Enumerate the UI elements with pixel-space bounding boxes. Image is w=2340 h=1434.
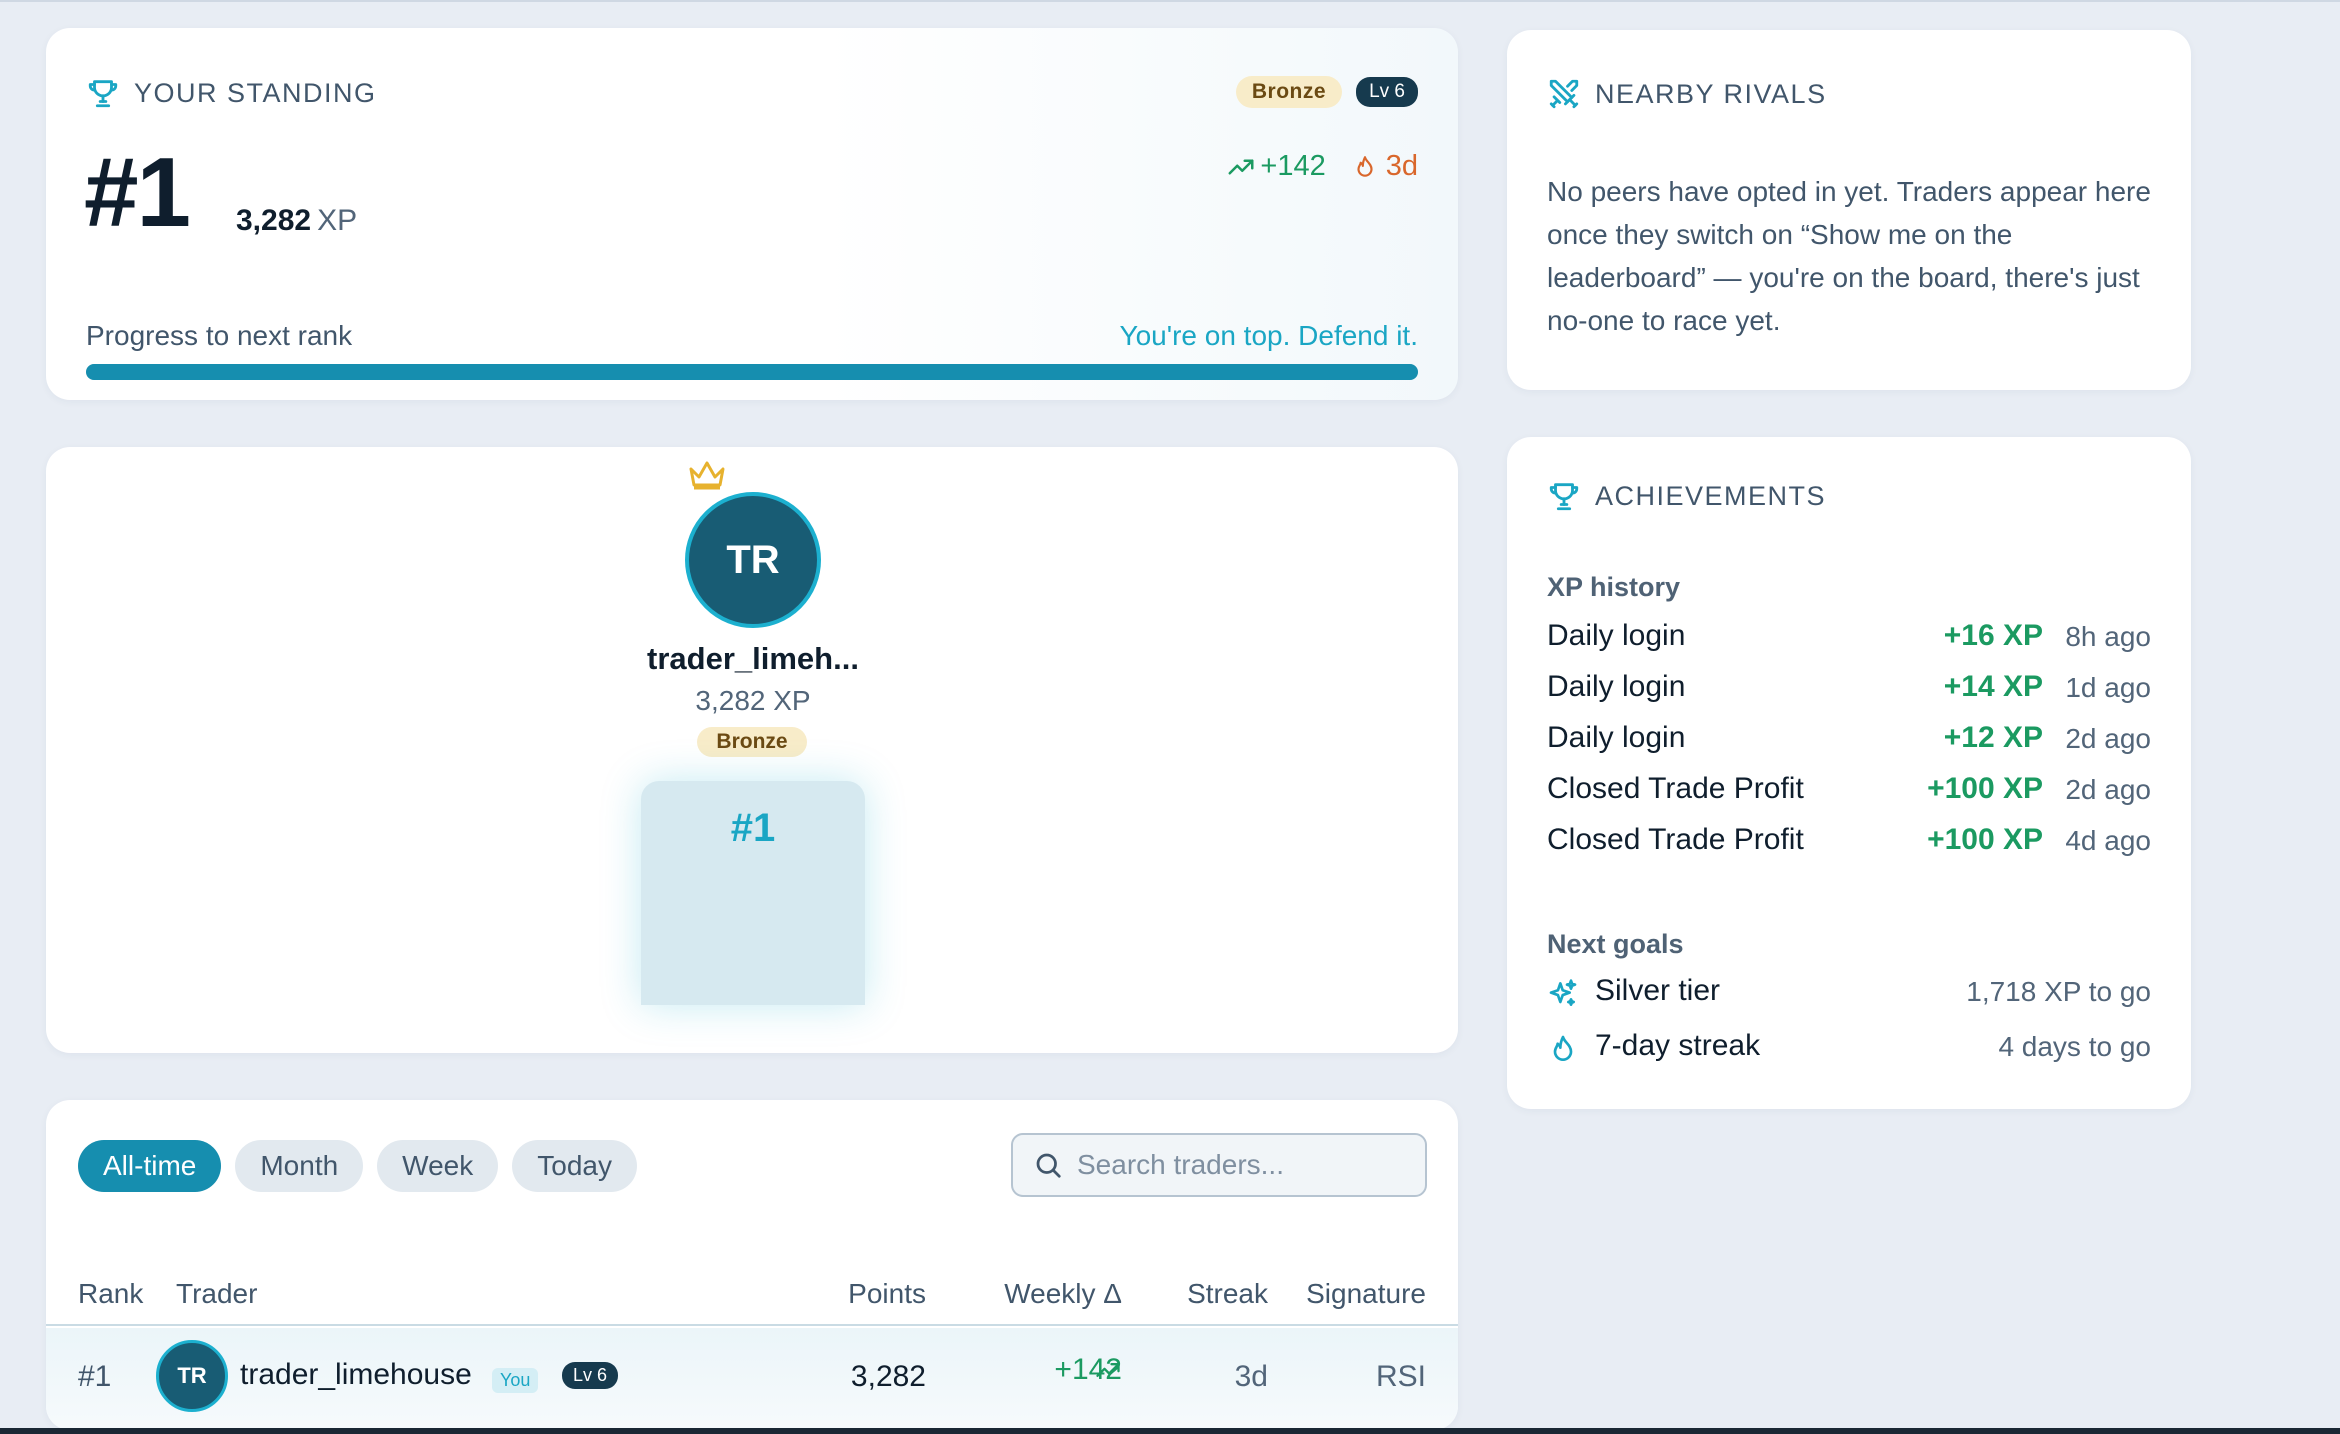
goal-label: 7-day streak bbox=[1595, 1029, 1761, 1062]
column-weekly[interactable]: Weekly Δ bbox=[926, 1278, 1122, 1310]
history-label: Daily login bbox=[1547, 619, 1686, 652]
history-points: +12 XP bbox=[1943, 721, 2043, 754]
standing-title: YOUR STANDING bbox=[134, 77, 377, 108]
row-streak: 3d bbox=[1234, 1360, 1268, 1393]
goal-remaining: 1,718 XP to go bbox=[1966, 976, 2151, 1007]
leaderboard-card: All-time Month Week Today Rank Trader Po… bbox=[46, 1100, 1458, 1430]
history-time: 2d ago bbox=[2065, 723, 2151, 754]
goal-remaining: 4 days to go bbox=[1998, 1031, 2151, 1062]
achievements-title: ACHIEVEMENTS bbox=[1595, 480, 1827, 511]
weekly-delta-value: +142 bbox=[1260, 150, 1326, 182]
history-time: 2d ago bbox=[2065, 774, 2151, 805]
history-label: Closed Trade Profit bbox=[1547, 772, 1804, 805]
history-time: 1d ago bbox=[2065, 672, 2151, 703]
bottom-border bbox=[0, 1428, 2340, 1434]
goal-label: Silver tier bbox=[1595, 974, 1721, 1007]
row-level-badge: Lv 6 bbox=[562, 1362, 619, 1389]
trophy-icon bbox=[1549, 483, 1579, 511]
level-badge: Lv 6 bbox=[1356, 77, 1418, 107]
rank-value: #1 bbox=[84, 137, 191, 247]
rivals-card: NEARBY RIVALS No peers have opted in yet… bbox=[1507, 30, 2191, 390]
tab-today[interactable]: Today bbox=[512, 1140, 637, 1192]
sparkles-icon bbox=[1549, 979, 1577, 1006]
achievements-header: ACHIEVEMENTS bbox=[1547, 479, 1826, 513]
xp-history-heading: XP history bbox=[1547, 572, 1681, 602]
row-weekly-delta: +142 bbox=[926, 1353, 1122, 1386]
history-points: +14 XP bbox=[1943, 670, 2043, 703]
search-icon bbox=[1036, 1153, 1061, 1178]
rivals-title: NEARBY RIVALS bbox=[1595, 78, 1827, 109]
xp-history-item: Closed Trade Profit +100 XP 2d ago bbox=[1547, 772, 2151, 814]
tab-month[interactable]: Month bbox=[235, 1140, 364, 1192]
progress-label: Progress to next rank bbox=[86, 320, 353, 351]
row-signature: RSI bbox=[1375, 1360, 1426, 1393]
top-border bbox=[0, 0, 2340, 2]
weekly-delta: +142 bbox=[1226, 150, 1326, 183]
xp-unit: XP bbox=[317, 204, 358, 237]
row-avatar: TR bbox=[156, 1340, 228, 1412]
goal-item: 7-day streak 4 days to go bbox=[1547, 1029, 2151, 1073]
search-box[interactable] bbox=[1011, 1133, 1427, 1197]
next-goals-heading: Next goals bbox=[1547, 929, 1684, 959]
row-rank: #1 bbox=[78, 1360, 112, 1393]
table-header: Rank Trader Points Weekly Δ Streak Signa… bbox=[46, 1270, 1458, 1326]
row-trader-name[interactable]: trader_limehouse bbox=[240, 1358, 472, 1392]
xp-value: 3,282 bbox=[236, 204, 312, 237]
crown-icon bbox=[689, 461, 725, 490]
progress-bar bbox=[86, 364, 1418, 380]
history-label: Daily login bbox=[1547, 670, 1686, 703]
history-label: Closed Trade Profit bbox=[1547, 823, 1804, 856]
progress-message: You're on top. Defend it. bbox=[1119, 320, 1418, 351]
column-points[interactable]: Points bbox=[796, 1278, 926, 1310]
podium-avatar[interactable]: TR bbox=[685, 492, 821, 628]
row-weekly-value: +142 bbox=[1054, 1353, 1122, 1386]
podium-name[interactable]: trader_limeh... bbox=[553, 641, 953, 677]
tab-all-time[interactable]: All-time bbox=[78, 1140, 222, 1192]
row-points: 3,282 bbox=[850, 1360, 926, 1393]
standing-header: YOUR STANDING bbox=[86, 76, 377, 110]
history-points: +16 XP bbox=[1943, 619, 2043, 652]
podium-rank: #1 bbox=[730, 806, 776, 850]
you-badge: You bbox=[492, 1368, 539, 1393]
column-streak[interactable]: Streak bbox=[1122, 1278, 1268, 1310]
progress-fill bbox=[86, 364, 1418, 380]
trophy-icon bbox=[88, 80, 118, 108]
column-rank[interactable]: Rank bbox=[78, 1278, 143, 1310]
rivals-header: NEARBY RIVALS bbox=[1547, 77, 1827, 111]
standing-deltas: +142 3d bbox=[1226, 150, 1418, 183]
xp-history-item: Daily login +14 XP 1d ago bbox=[1547, 670, 2151, 712]
table-row[interactable]: #1 TR trader_limehouse You Lv 6 3,282 +1… bbox=[46, 1328, 1458, 1428]
crossed-swords-icon bbox=[1549, 79, 1579, 109]
xp-history-item: Daily login +16 XP 8h ago bbox=[1547, 619, 2151, 661]
flame-icon bbox=[1553, 1035, 1573, 1061]
streak: 3d bbox=[1352, 150, 1418, 183]
xp-total: 3,282 XP bbox=[236, 204, 357, 238]
standing-card: YOUR STANDING #1 3,282 XP Bronze Lv 6 +14… bbox=[46, 28, 1458, 400]
streak-value: 3d bbox=[1385, 150, 1418, 182]
tier-badge: Bronze bbox=[1235, 76, 1343, 108]
xp-history-item: Daily login +12 XP 2d ago bbox=[1547, 721, 2151, 763]
history-label: Daily login bbox=[1547, 721, 1686, 754]
achievements-card: ACHIEVEMENTS XP history Daily login +16 … bbox=[1507, 437, 2191, 1109]
tab-week[interactable]: Week bbox=[377, 1140, 499, 1192]
podium-tier-badge: Bronze bbox=[697, 727, 807, 757]
flame-icon bbox=[1357, 155, 1373, 177]
column-trader[interactable]: Trader bbox=[176, 1278, 257, 1310]
goal-item: Silver tier 1,718 XP to go bbox=[1547, 974, 2151, 1018]
column-signature[interactable]: Signature bbox=[1268, 1278, 1426, 1310]
history-time: 8h ago bbox=[2065, 621, 2151, 652]
period-tabs: All-time Month Week Today bbox=[78, 1140, 637, 1192]
history-time: 4d ago bbox=[2065, 825, 2151, 856]
podium-xp: 3,282 XP bbox=[695, 685, 811, 716]
search-input[interactable] bbox=[1077, 1149, 1407, 1181]
trending-up-icon bbox=[1228, 159, 1254, 174]
xp-history-item: Closed Trade Profit +100 XP 4d ago bbox=[1547, 823, 2151, 865]
standing-badges: Bronze Lv 6 bbox=[1235, 76, 1418, 108]
rivals-empty-text: No peers have opted in yet. Traders appe… bbox=[1547, 176, 2151, 336]
history-points: +100 XP bbox=[1927, 823, 2043, 856]
history-points: +100 XP bbox=[1927, 772, 2043, 805]
